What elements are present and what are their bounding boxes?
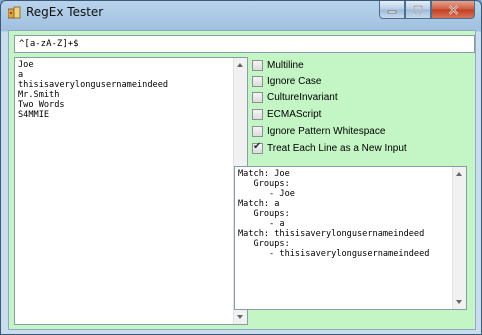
input-line: a xyxy=(18,70,24,80)
checkbox[interactable] xyxy=(252,126,263,138)
test-input-textbox[interactable]: Joe a thisisaverylongusernameindeed Mr.Smit… xyxy=(14,57,248,325)
input-line: Mr.Smith xyxy=(18,90,60,100)
option-label: ECMAScript xyxy=(267,109,322,121)
checkbox[interactable] xyxy=(252,59,263,71)
scroll-down-arrow-icon[interactable] xyxy=(456,300,462,304)
main-panel: ^[a-zA-Z]+$ Joe a thisisaverylongusernamei… xyxy=(8,30,476,330)
maximize-icon xyxy=(413,5,423,14)
output-line: - Joe xyxy=(238,189,295,199)
checkbox[interactable] xyxy=(252,92,263,104)
option-ecmascript[interactable]: ECMAScript xyxy=(252,108,321,122)
output-line: Match: Joe xyxy=(238,169,290,179)
option-label: Ignore Pattern Whitespace xyxy=(267,126,386,138)
option-treat-each-line-as-a-new-input[interactable]: Treat Each Line as a New Input xyxy=(252,141,407,155)
option-cultureinvariant[interactable]: CultureInvariant xyxy=(252,91,338,105)
scroll-down-arrow-icon[interactable] xyxy=(237,315,243,319)
scroll-up-arrow-icon[interactable] xyxy=(456,172,462,176)
title-bar[interactable]: RegEx Tester xyxy=(1,1,481,25)
option-label: Treat Each Line as a New Input xyxy=(267,142,407,154)
output-line: - thisisaverylongusernameindeed xyxy=(238,249,430,259)
output-line: Groups: xyxy=(238,179,290,189)
checkbox[interactable] xyxy=(252,109,263,121)
app-window: RegEx Tester ^[a-zA-Z]+$ Joe a thisisavery… xyxy=(0,0,482,335)
option-ignore-pattern-whitespace[interactable]: Ignore Pattern Whitespace xyxy=(252,125,385,139)
input-line: S4MMIE xyxy=(18,110,50,120)
window-title: RegEx Tester xyxy=(26,5,104,19)
output-line: - a xyxy=(238,219,285,229)
option-label: Ignore Case xyxy=(267,76,322,88)
option-ignore-case[interactable]: Ignore Case xyxy=(252,75,321,89)
input-line: Two Words xyxy=(18,100,65,110)
checkbox[interactable] xyxy=(252,76,263,88)
maximize-button[interactable] xyxy=(405,1,431,19)
output-line: Match: thisisaverylongusernameindeed xyxy=(238,229,425,239)
results-scrollbar[interactable] xyxy=(452,167,466,309)
results-lines: Match: Joe Groups: - Joe Match: a Groups:… xyxy=(238,169,448,259)
close-icon xyxy=(448,4,458,15)
output-line: Match: a xyxy=(238,199,280,209)
minimize-icon xyxy=(387,10,397,13)
option-label: CultureInvariant xyxy=(267,92,338,104)
results-textbox[interactable]: Match: Joe Groups: - Joe Match: a Groups:… xyxy=(234,166,467,310)
output-line: Groups: xyxy=(238,209,290,219)
scroll-up-arrow-icon[interactable] xyxy=(237,63,243,67)
app-icon xyxy=(8,6,21,19)
option-label: Multiline xyxy=(267,59,304,71)
regex-pattern-input[interactable]: ^[a-zA-Z]+$ xyxy=(14,35,475,53)
input-line: Joe xyxy=(18,60,34,70)
option-multiline[interactable]: Multiline xyxy=(252,58,304,72)
output-line: Groups: xyxy=(238,239,290,249)
close-button[interactable] xyxy=(431,1,475,19)
input-line: thisisaverylongusernameindeed xyxy=(18,80,169,90)
minimize-button[interactable] xyxy=(379,1,405,19)
checkbox[interactable] xyxy=(252,141,263,154)
test-input-lines: Joe a thisisaverylongusernameindeed Mr.Smit… xyxy=(18,60,229,120)
